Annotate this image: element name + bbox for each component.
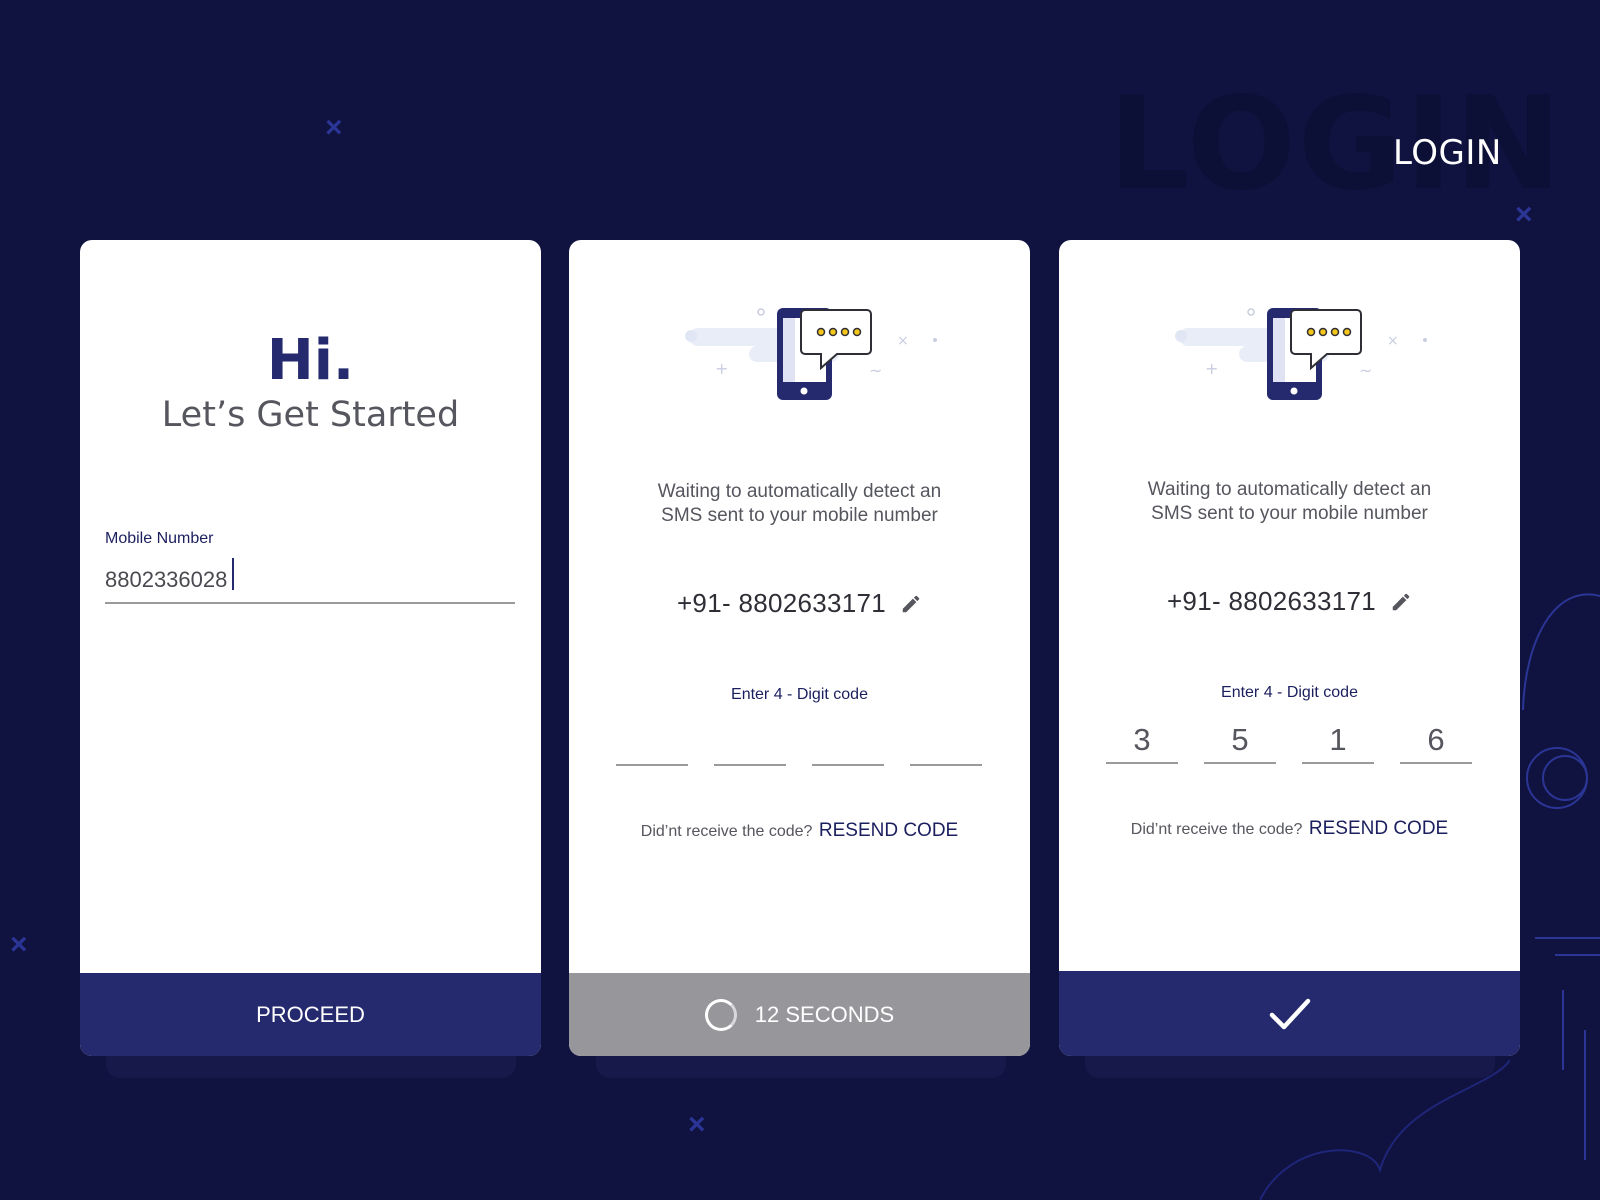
decor-x-icon: × xyxy=(325,111,343,144)
sms-wait-line-1: Waiting to automatically detect an xyxy=(657,481,942,502)
svg-text:~: ~ xyxy=(1359,361,1372,380)
resend-prompt: Did’nt receive the code? xyxy=(1130,821,1303,838)
timer-label: 12 SECONDS xyxy=(754,1001,895,1027)
sms-wait-message: Waiting to automatically detect an SMS s… xyxy=(599,480,1000,528)
pencil-icon[interactable] xyxy=(900,593,922,615)
code-digit-inputs xyxy=(616,720,982,766)
svg-text:+: + xyxy=(1205,359,1218,378)
spinner-icon xyxy=(704,998,737,1031)
greeting-subtitle: Let’s Get Started xyxy=(161,395,460,435)
phone-sms-icon: + × ~ xyxy=(685,308,937,400)
phone-number: +91- 8802633171 xyxy=(676,588,887,618)
sms-wait-line-2: SMS sent to your mobile number xyxy=(661,505,938,526)
otp-waiting-card: + × ~ Waiting to automatically detect an… xyxy=(569,240,1030,1056)
resend-prompt: Did’nt receive the code? xyxy=(640,823,813,840)
sms-wait-message: Waiting to automatically detect an SMS s… xyxy=(1089,478,1490,526)
checkmark-icon xyxy=(1269,998,1310,1029)
svg-text:×: × xyxy=(1387,333,1399,349)
svg-text:~: ~ xyxy=(869,361,882,380)
code-digit-2[interactable] xyxy=(714,720,786,766)
proceed-button[interactable]: PROCEED xyxy=(80,973,541,1056)
sms-wait-line-2: SMS sent to your mobile number xyxy=(1151,503,1428,524)
text-caret xyxy=(232,558,234,590)
pencil-icon[interactable] xyxy=(1390,591,1412,613)
proceed-button-label: PROCEED xyxy=(256,1001,365,1027)
code-digit-1[interactable] xyxy=(616,720,688,766)
code-digit-inputs xyxy=(1106,718,1472,764)
sms-wait-line-1: Waiting to automatically detect an xyxy=(1147,479,1432,500)
resend-row: Did’nt receive the code? RESEND CODE xyxy=(569,820,1030,842)
code-digit-3[interactable] xyxy=(1302,718,1374,764)
decor-curve-icon xyxy=(1260,1060,1510,1200)
otp-entered-card: + × ~ Waiting to automatically detect an… xyxy=(1059,240,1520,1056)
code-digit-4[interactable] xyxy=(910,720,982,766)
decor-x-icon: × xyxy=(1515,198,1533,231)
mobile-number-label: Mobile Number xyxy=(105,530,214,547)
code-label: Enter 4 - Digit code xyxy=(731,686,868,703)
phone-sms-icon: + × ~ xyxy=(1175,308,1427,400)
code-digit-2[interactable] xyxy=(1204,718,1276,764)
resend-row: Did’nt receive the code? RESEND CODE xyxy=(1059,818,1520,840)
svg-text:+: + xyxy=(715,359,728,378)
timer-footer: 12 SECONDS xyxy=(569,973,1030,1056)
svg-text:×: × xyxy=(897,333,909,349)
resend-code-link[interactable]: RESEND CODE xyxy=(1309,818,1448,839)
greeting-heading: Hi. xyxy=(266,328,355,393)
decor-x-icon: × xyxy=(688,1108,706,1141)
phone-number-row: +91- 8802633171 xyxy=(1059,586,1520,617)
phone-number: +91- 8802633171 xyxy=(1166,586,1377,616)
code-digit-4[interactable] xyxy=(1400,718,1472,764)
resend-code-link[interactable]: RESEND CODE xyxy=(819,820,958,841)
mobile-entry-card: Hi. Let’s Get Started Mobile Number PROC… xyxy=(80,240,541,1056)
code-digit-1[interactable] xyxy=(1106,718,1178,764)
page-title: LOGIN xyxy=(1393,133,1502,173)
phone-number-row: +91- 8802633171 xyxy=(569,588,1030,619)
decor-x-icon: × xyxy=(10,928,28,961)
code-label: Enter 4 - Digit code xyxy=(1221,684,1358,701)
submit-button[interactable] xyxy=(1059,971,1520,1056)
mobile-number-input[interactable] xyxy=(105,558,515,604)
code-digit-3[interactable] xyxy=(812,720,884,766)
